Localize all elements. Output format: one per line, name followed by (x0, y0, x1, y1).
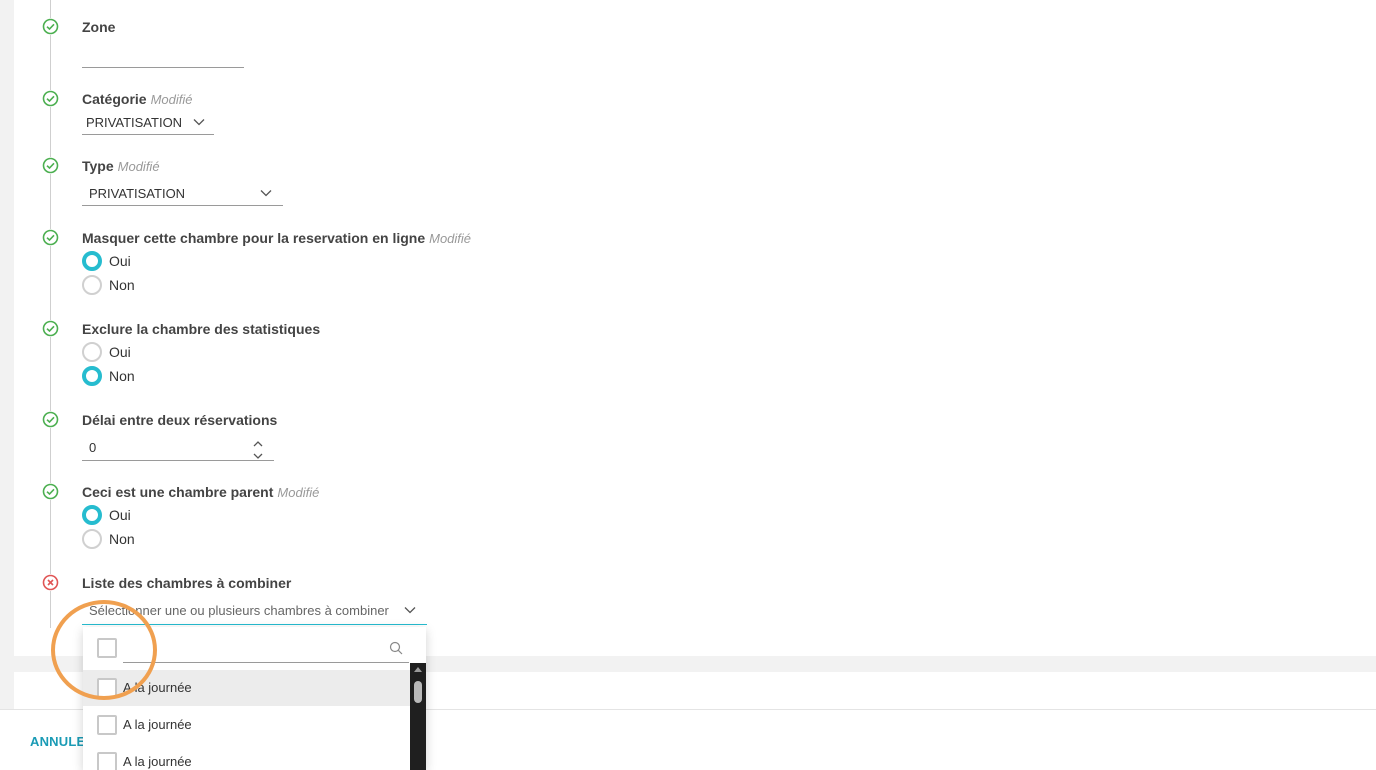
exclure-label: Exclure la chambre des statistiques (82, 321, 320, 337)
zone-label-text: Zone (82, 19, 116, 35)
scroll-thumb[interactable] (414, 681, 422, 703)
dropdown-header (83, 627, 426, 669)
search-icon (389, 641, 403, 655)
masquer-radio-non[interactable]: Non (82, 274, 135, 296)
check-circle-icon (42, 157, 59, 174)
option-checkbox[interactable] (97, 715, 117, 735)
categorie-select[interactable]: PRIVATISATION (82, 111, 214, 135)
chambres-multiselect[interactable]: Sélectionner une ou plusieurs chambres à… (82, 598, 427, 625)
liste-label-text: Liste des chambres à combiner (82, 575, 292, 591)
type-select-value: PRIVATISATION (89, 186, 186, 201)
radio-button[interactable] (82, 251, 102, 271)
exclure-radio-oui[interactable]: Oui (82, 341, 131, 363)
increment-icon[interactable] (252, 436, 264, 447)
radio-label: Oui (109, 344, 131, 360)
parent-radio-non[interactable]: Non (82, 528, 135, 550)
check-circle-icon (42, 320, 59, 337)
delai-number-input[interactable]: 0 (82, 435, 274, 461)
type-select[interactable]: PRIVATISATION (82, 182, 283, 206)
masquer-label-text: Masquer cette chambre pour la reservatio… (82, 230, 426, 246)
radio-button[interactable] (82, 505, 102, 525)
type-label: Type Modifié (82, 158, 160, 174)
categorie-label-text: Catégorie (82, 91, 147, 107)
delai-label: Délai entre deux réservations (82, 412, 277, 428)
type-label-text: Type (82, 158, 114, 174)
option-checkbox[interactable] (97, 678, 117, 698)
check-circle-icon (42, 411, 59, 428)
radio-label: Oui (109, 507, 131, 523)
multiselect-placeholder: Sélectionner une ou plusieurs chambres à… (89, 603, 389, 618)
radio-label: Non (109, 368, 135, 384)
modified-tag: Modifié (429, 231, 472, 246)
radio-button[interactable] (82, 366, 102, 386)
exclure-radio-non[interactable]: Non (82, 365, 135, 387)
radio-button[interactable] (82, 275, 102, 295)
zone-label: Zone (82, 19, 115, 35)
dropdown-search-input[interactable] (123, 637, 409, 663)
delai-label-text: Délai entre deux réservations (82, 412, 278, 428)
parent-radio-oui[interactable]: Oui (82, 504, 131, 526)
select-all-checkbox[interactable] (97, 638, 117, 658)
scroll-up-icon[interactable] (414, 667, 422, 672)
zone-input[interactable] (82, 44, 244, 68)
radio-label: Oui (109, 253, 131, 269)
masquer-label: Masquer cette chambre pour la reservatio… (82, 230, 471, 246)
x-circle-icon (42, 574, 59, 591)
option-checkbox[interactable] (97, 752, 117, 770)
modified-tag: Modifié (277, 485, 320, 500)
masquer-radio-oui[interactable]: Oui (82, 250, 131, 272)
chevron-down-icon (403, 603, 417, 617)
chevron-down-icon (259, 186, 273, 200)
check-circle-icon (42, 90, 59, 107)
multiselect-dropdown: A la journée A la journée A la journée (83, 627, 426, 770)
radio-label: Non (109, 277, 135, 293)
parent-label: Ceci est une chambre parent Modifié (82, 484, 319, 500)
radio-label: Non (109, 531, 135, 547)
dropdown-option[interactable]: A la journée (83, 670, 410, 706)
categorie-label: Catégorie Modifié (82, 91, 193, 107)
dropdown-scrollbar[interactable] (410, 663, 426, 770)
option-label: A la journée (123, 717, 192, 732)
check-circle-icon (42, 229, 59, 246)
check-circle-icon (42, 18, 59, 35)
check-circle-icon (42, 483, 59, 500)
option-label: A la journée (123, 680, 192, 695)
exclure-label-text: Exclure la chambre des statistiques (82, 321, 321, 337)
option-label: A la journée (123, 754, 192, 769)
categorie-select-value: PRIVATISATION (86, 115, 183, 130)
dropdown-option[interactable]: A la journée (83, 744, 410, 770)
radio-button[interactable] (82, 529, 102, 549)
dropdown-option[interactable]: A la journée (83, 707, 410, 743)
delai-value: 0 (89, 440, 97, 455)
liste-label: Liste des chambres à combiner (82, 575, 291, 591)
chevron-down-icon (192, 115, 206, 129)
parent-label-text: Ceci est une chambre parent (82, 484, 274, 500)
decrement-icon[interactable] (252, 448, 264, 459)
modified-tag: Modifié (117, 159, 160, 174)
radio-button[interactable] (82, 342, 102, 362)
modified-tag: Modifié (150, 92, 193, 107)
